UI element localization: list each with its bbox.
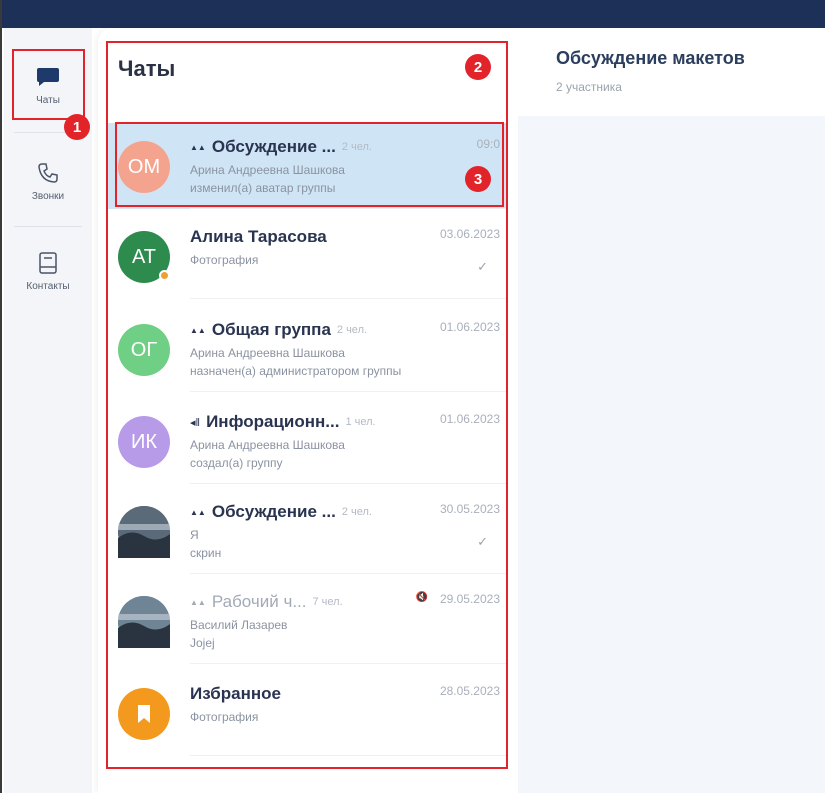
conversation-panel: Обсуждение макетов 2 участника <box>518 28 825 793</box>
left-navigation: Чаты Звонки Контакты <box>4 28 92 793</box>
annotation-marker-2: 2 <box>465 54 491 80</box>
highlight-active-chat <box>115 122 504 207</box>
nav-divider <box>14 226 82 227</box>
conversation-title: Обсуждение макетов <box>556 48 745 68</box>
phone-icon <box>38 162 58 183</box>
conversation-body <box>518 116 825 793</box>
conversation-subtitle: 2 участника <box>556 80 622 94</box>
nav-label-calls: Звонки <box>31 190 65 202</box>
nav-item-calls[interactable]: Звонки <box>10 146 86 216</box>
nav-label-contacts: Контакты <box>26 280 70 292</box>
annotation-marker-1: 1 <box>64 114 90 140</box>
nav-item-contacts[interactable]: Контакты <box>10 236 86 306</box>
contacts-book-icon <box>39 251 57 274</box>
top-bar <box>2 0 825 28</box>
annotation-marker-3: 3 <box>465 166 491 192</box>
highlight-nav-chats <box>12 49 85 120</box>
app-window: Чаты Звонки Контакты Чаты ОМ ▲▲ Обсуждение… <box>0 0 825 793</box>
